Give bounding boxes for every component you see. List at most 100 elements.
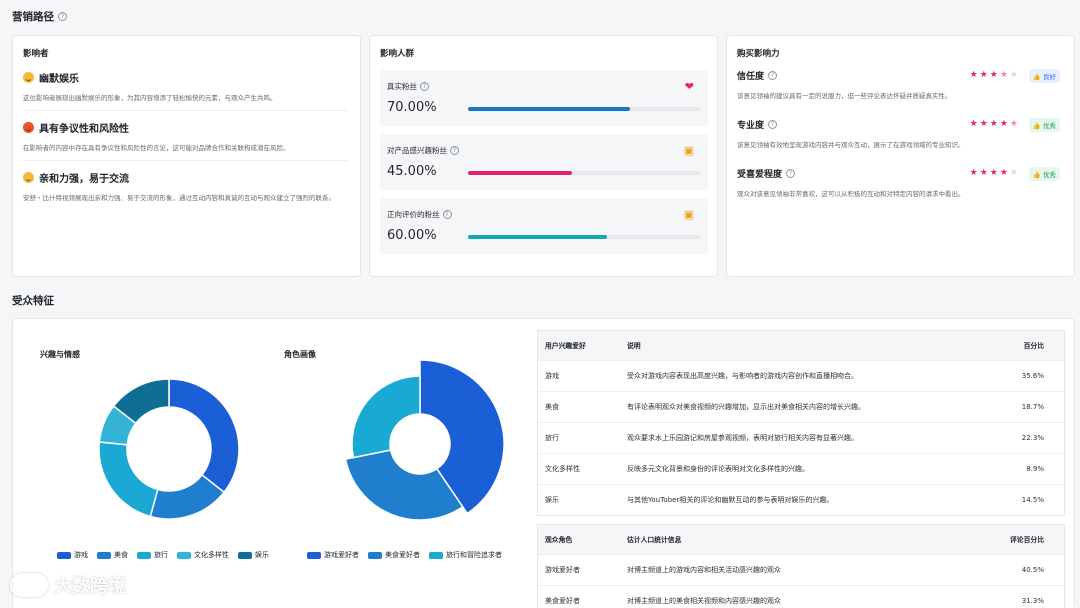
donut-slice[interactable] xyxy=(98,441,159,518)
audience-role-table: 观众角色 估计人口统计信息 评论百分比 游戏爱好者 对博主频道上的游戏内容和相关活… xyxy=(537,524,1065,608)
star-icon: ★ xyxy=(999,119,1010,129)
persona-donut-chart xyxy=(344,359,505,521)
legend-item[interactable]: 美食 xyxy=(97,550,128,560)
column-header[interactable]: 用户兴趣爱好 xyxy=(538,331,620,360)
help-icon[interactable]: ? xyxy=(786,169,796,178)
legend-label: 旅行 xyxy=(154,551,168,559)
legend-label: 娱乐 xyxy=(255,551,269,559)
smile-emoji-icon xyxy=(23,172,34,183)
progress-track xyxy=(468,235,700,239)
legend-item[interactable]: 娱乐 xyxy=(238,550,269,560)
help-icon[interactable]: ? xyxy=(58,12,67,21)
purchase-metric: 专业度? ★★★★★ 👍 优秀 该意见领袖有效地呈现游戏内容并与观众互动，展示了… xyxy=(737,118,1062,149)
star-icon: ★ xyxy=(989,168,1000,178)
purchase-card-title: 购买影响力 xyxy=(737,49,780,59)
star-rating: ★★★★★ xyxy=(970,168,1020,178)
purchase-influence-card: 购买影响力 信任度? ★★★★★ 👍 良好 该意见领袖的建议具有一定的说服力，但… xyxy=(726,35,1075,277)
help-icon[interactable]: ? xyxy=(768,120,778,129)
column-header[interactable]: 观众角色 xyxy=(538,525,620,554)
legend-label: 美食爱好者 xyxy=(385,551,420,559)
progress-fill xyxy=(468,171,573,175)
column-header[interactable]: 估计人口统计信息 xyxy=(620,525,994,554)
chart-title: 兴趣与情感 xyxy=(40,350,80,359)
legend-swatch xyxy=(97,551,111,559)
star-rating: ★★★★★ xyxy=(970,70,1020,80)
column-header[interactable]: 百分比 xyxy=(994,331,1064,360)
watermark: 大数跨境 xyxy=(10,572,126,598)
smile-emoji-icon xyxy=(23,72,34,83)
help-icon[interactable]: ? xyxy=(450,146,459,155)
donut-slice[interactable] xyxy=(351,375,421,459)
legend-label: 游戏 xyxy=(74,551,88,559)
progress-track xyxy=(468,107,700,111)
column-header[interactable]: 说明 xyxy=(620,331,994,360)
audience-traits-section-title: 受众特征 xyxy=(12,295,54,307)
star-icon: ★ xyxy=(969,168,980,178)
legend-label: 美食 xyxy=(114,551,128,559)
legend-swatch xyxy=(137,551,151,559)
interest-table: 用户兴趣爱好 说明 百分比 游戏 受众对游戏内容表现出高度兴趣，与影响者的游戏内容… xyxy=(537,330,1065,516)
star-icon: ★ xyxy=(979,168,990,178)
star-icon: ★ xyxy=(989,119,1000,129)
column-header[interactable]: 评论百分比 xyxy=(994,525,1064,554)
influencer-trait: 幽默娱乐 这位影响者展现出幽默娱乐的形象，为其内容增添了轻松愉快的元素，与观众产… xyxy=(23,72,277,102)
legend-swatch xyxy=(429,551,443,559)
audience-card-title: 影响人群 xyxy=(380,49,415,59)
star-icon: ★ xyxy=(979,70,990,80)
legend-swatch xyxy=(307,551,321,559)
audience-influence-card: 影响人群 真实粉丝? 70.00% ❤ 对产品感兴趣粉丝? 45.00% ▣ 正… xyxy=(369,35,718,277)
influencer-card: 影响者 幽默娱乐 这位影响者展现出幽默娱乐的形象，为其内容增添了轻松愉快的元素，… xyxy=(12,35,361,277)
legend-swatch xyxy=(238,551,252,559)
progress-fill xyxy=(468,107,631,111)
legend-swatch xyxy=(177,551,191,559)
table-row[interactable]: 旅行 观众要求水上乐园游记和房屋参观视频，表明对旅行相关内容有显著兴趣。 22.3% xyxy=(538,421,1064,453)
legend-item[interactable]: 文化多样性 xyxy=(177,550,229,560)
rating-badge: 👍 良好 xyxy=(1028,69,1060,83)
table-row[interactable]: 游戏 受众对游戏内容表现出高度兴趣，与影响者的游戏内容创作和直播相吻合。 35.6% xyxy=(538,359,1064,391)
star-rating: ★★★★★ xyxy=(970,119,1020,129)
legend-item[interactable]: 旅行 xyxy=(137,550,168,560)
legend-item[interactable]: 游戏 xyxy=(57,550,88,560)
star-icon: ★ xyxy=(1009,70,1020,80)
table-row[interactable]: 美食 有评论表明观众对美食视频的兴趣增加，显示出对美食相关内容的增长兴趣。 18.7… xyxy=(538,390,1064,422)
star-icon: ★ xyxy=(969,119,980,129)
legend-swatch xyxy=(368,551,382,559)
marketing-section-title: 营销路径 ? xyxy=(12,9,67,24)
table-row[interactable]: 美食爱好者 对博主频道上的美食相关视频和内容感兴趣的观众 31.3% xyxy=(538,584,1064,608)
brand-logo-icon xyxy=(10,573,48,597)
progress-track xyxy=(468,171,700,175)
legend-label: 旅行和冒险追求者 xyxy=(446,551,502,559)
legend-label: 文化多样性 xyxy=(194,551,229,559)
purchase-metric: 受喜爱程度? ★★★★★ 👍 优秀 观众对该意见领袖非常喜欢，这可以从积极的互动… xyxy=(737,167,1062,198)
legend-item[interactable]: 旅行和冒险追求者 xyxy=(429,550,502,560)
table-row[interactable]: 文化多样性 反映多元文化背景和身份的评论表明对文化多样性的兴趣。 8.9% xyxy=(538,452,1064,484)
divider xyxy=(23,160,348,161)
gift-icon: ▣ xyxy=(683,208,694,221)
help-icon[interactable]: ? xyxy=(442,210,452,219)
divider xyxy=(23,110,348,111)
legend-label: 游戏爱好者 xyxy=(324,551,359,559)
help-icon[interactable]: ? xyxy=(768,71,778,80)
progress-fill xyxy=(468,235,608,239)
star-icon: ★ xyxy=(999,70,1010,80)
angry-emoji-icon xyxy=(23,122,34,133)
table-row[interactable]: 娱乐 与其他YouTuber相关的评论和幽默互动的参与表明对娱乐的兴趣。 14.5% xyxy=(538,483,1064,515)
audience-metric: 对产品感兴趣粉丝? 45.00% ▣ xyxy=(380,134,708,190)
gift-icon: ▣ xyxy=(683,144,694,157)
rating-badge: 👍 优秀 xyxy=(1028,118,1060,132)
star-icon: ★ xyxy=(999,168,1010,178)
influencer-trait: 具有争议性和风险性 在影响者的内容中存在具有争议性和风险性的言论，这可能对品牌合… xyxy=(23,122,290,152)
legend-swatch xyxy=(57,551,71,559)
star-icon: ★ xyxy=(979,119,990,129)
legend-item[interactable]: 游戏爱好者 xyxy=(307,550,359,560)
table-row[interactable]: 游戏爱好者 对博主频道上的游戏内容和相关活动感兴趣的观众 40.5% xyxy=(538,553,1064,585)
purchase-metric: 信任度? ★★★★★ 👍 良好 该意见领袖的建议具有一定的说服力，但一些评论表达… xyxy=(737,69,1062,100)
rating-badge: 👍 优秀 xyxy=(1028,167,1060,181)
audience-metric: 正向评价的粉丝? 60.00% ▣ xyxy=(380,198,708,254)
donut-slice[interactable] xyxy=(168,378,240,494)
interest-donut-chart xyxy=(98,378,240,520)
legend-item[interactable]: 美食爱好者 xyxy=(368,550,420,560)
help-icon[interactable]: ? xyxy=(420,82,429,91)
star-icon: ★ xyxy=(969,70,980,80)
star-icon: ★ xyxy=(989,70,1000,80)
